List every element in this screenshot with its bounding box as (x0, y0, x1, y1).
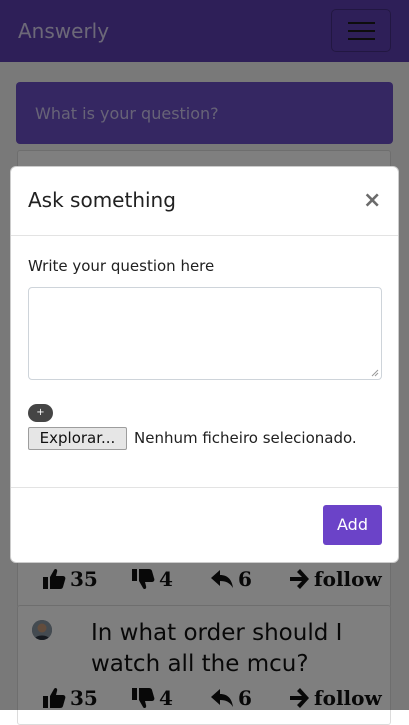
modal-title: Ask something (28, 188, 176, 212)
add-attachment-button[interactable]: + (28, 404, 53, 422)
question-label: Write your question here (28, 257, 215, 275)
resize-grip-icon[interactable] (371, 369, 379, 377)
modal-header: Ask something × (11, 167, 398, 236)
close-icon[interactable]: × (363, 188, 381, 213)
ask-question-modal: Ask something × Write your question here… (10, 166, 399, 563)
add-button[interactable]: Add (323, 505, 382, 545)
file-status-text: Nenhum ficheiro selecionado. (134, 429, 357, 447)
file-browse-button[interactable]: Explorar... (28, 427, 127, 450)
question-textarea[interactable] (28, 287, 382, 380)
modal-footer-divider (11, 487, 398, 488)
